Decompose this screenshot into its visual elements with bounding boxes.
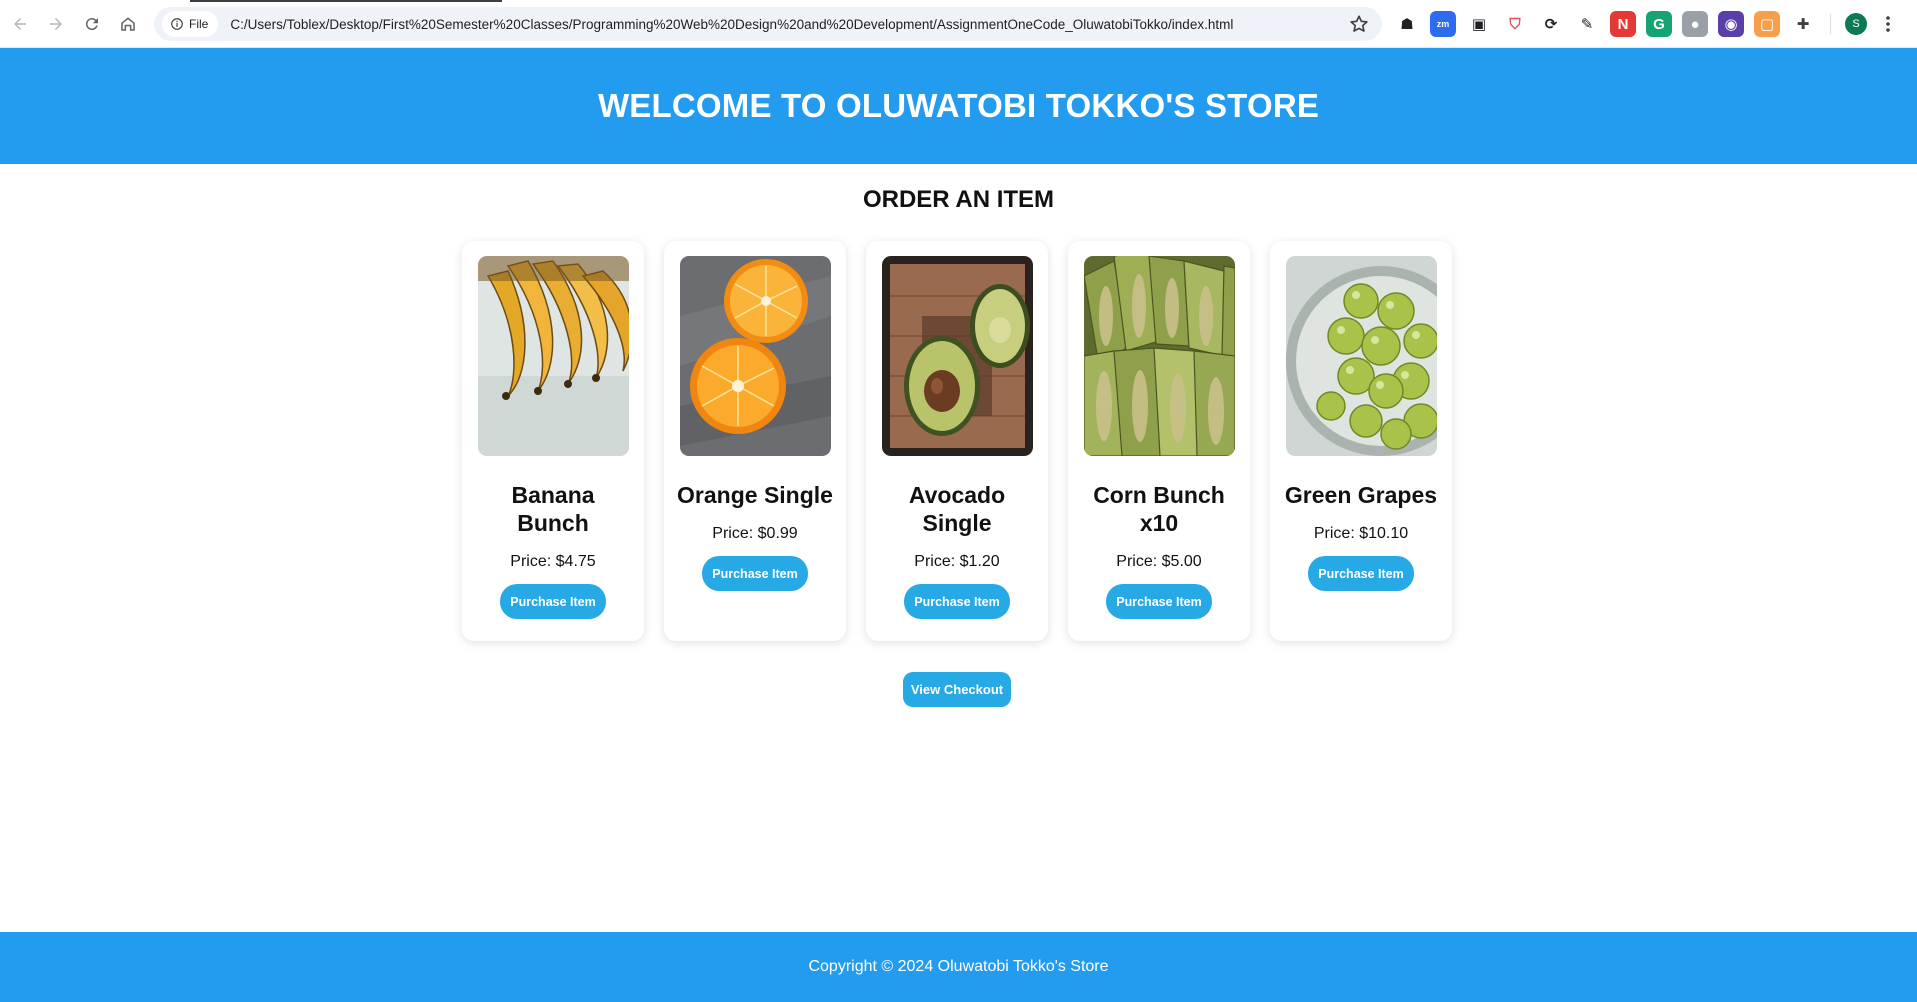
product-card: Green Grapes Price: $10.10 Purchase Item <box>1270 241 1452 641</box>
arrow-right-icon <box>50 17 62 30</box>
view-checkout-button[interactable]: View Checkout <box>903 672 1011 707</box>
purchase-item-button[interactable]: Purchase Item <box>500 584 606 619</box>
product-name: Avocado Single <box>908 482 1006 536</box>
ext-circle-icon[interactable]: ◉ <box>1718 11 1744 37</box>
section-title: ORDER AN ITEM <box>862 186 1055 213</box>
active-tab-indicator <box>190 0 502 2</box>
product-card: Banana Bunch Price: $4.75 Purchase Item <box>462 241 644 641</box>
product-name: Orange Single <box>677 482 833 508</box>
reload-icon <box>85 17 98 30</box>
address-bar[interactable]: File C:/Users/Toblex/Desktop/First%20Sem… <box>154 7 1382 41</box>
extensions-area: ☗ zm ▣ ⛉ ⟳ ✎ N G ● ◉ ▢ ✚ S <box>1394 10 1899 38</box>
product-price: Price: $0.99 <box>712 525 798 542</box>
url-text[interactable]: C:/Users/Toblex/Desktop/First%20Semester… <box>230 17 1233 32</box>
bookmark-star-button[interactable] <box>1348 13 1370 35</box>
product-image-avocado <box>881 256 1033 456</box>
ext-ghost-icon[interactable]: ☗ <box>1394 11 1420 37</box>
site-footer: Copyright © 2024 Oluwatobi Tokko's Store <box>0 932 1917 1002</box>
product-card: Orange Single Price: $0.99 Purchase Item <box>664 241 846 641</box>
ext-sync-icon[interactable]: ⟳ <box>1538 11 1564 37</box>
purchase-item-button[interactable]: Purchase Item <box>702 556 808 591</box>
site-info-chip[interactable]: File <box>162 11 219 37</box>
product-price: Price: $4.75 <box>510 553 596 570</box>
product-price: Price: $5.00 <box>1116 553 1202 570</box>
profile-avatar[interactable]: S <box>1845 13 1867 35</box>
toolbar-divider <box>1830 14 1831 34</box>
info-icon <box>171 18 183 30</box>
ext-zoom-icon[interactable]: zm <box>1430 11 1456 37</box>
site-header: WELCOME TO OLUWATOBI TOKKO'S STORE <box>0 48 1917 164</box>
purchase-item-button[interactable]: Purchase Item <box>904 584 1010 619</box>
ext-pen-icon[interactable]: ✎ <box>1574 11 1600 37</box>
product-image-banana <box>477 256 629 456</box>
product-price: Price: $1.20 <box>914 553 1000 570</box>
product-image-corn <box>1083 256 1235 456</box>
purchase-item-button[interactable]: Purchase Item <box>1106 584 1212 619</box>
ext-box-icon[interactable]: ▢ <box>1754 11 1780 37</box>
product-price: Price: $10.10 <box>1313 525 1409 542</box>
browser-toolbar: File C:/Users/Toblex/Desktop/First%20Sem… <box>0 0 1917 48</box>
back-button[interactable] <box>2 6 38 42</box>
product-name: Corn Bunch x10 <box>1093 482 1225 536</box>
ext-grammarly-icon[interactable]: G <box>1646 11 1672 37</box>
more-menu-icon[interactable] <box>1877 13 1899 35</box>
copyright-text: Copyright © 2024 Oluwatobi Tokko's Store <box>808 958 1109 975</box>
forward-button[interactable] <box>38 6 74 42</box>
extensions-puzzle-icon[interactable]: ✚ <box>1790 11 1816 37</box>
home-icon <box>121 16 135 31</box>
ext-n-icon[interactable]: N <box>1610 11 1636 37</box>
reload-button[interactable] <box>74 6 110 42</box>
ext-shield-icon[interactable]: ⛉ <box>1502 11 1528 37</box>
home-button[interactable] <box>110 6 146 42</box>
product-image-orange <box>679 256 831 456</box>
product-image-grapes <box>1285 256 1437 456</box>
product-card: Corn Bunch x10 Price: $5.00 Purchase Ite… <box>1068 241 1250 641</box>
ext-screen-icon[interactable]: ▣ <box>1466 11 1492 37</box>
star-icon <box>1350 15 1368 32</box>
site-chip-label: File <box>189 17 209 31</box>
product-card: Avocado Single Price: $1.20 Purchase Ite… <box>866 241 1048 641</box>
purchase-item-button[interactable]: Purchase Item <box>1308 556 1414 591</box>
arrow-left-icon <box>14 17 26 30</box>
product-name: Green Grapes <box>1284 482 1438 508</box>
product-name: Banana Bunch <box>511 482 595 536</box>
product-list: Banana Bunch Price: $4.75 Purchase Item … <box>462 241 1452 641</box>
store-title: WELCOME TO OLUWATOBI TOKKO'S STORE <box>597 87 1320 124</box>
ext-user-icon[interactable]: ● <box>1682 11 1708 37</box>
